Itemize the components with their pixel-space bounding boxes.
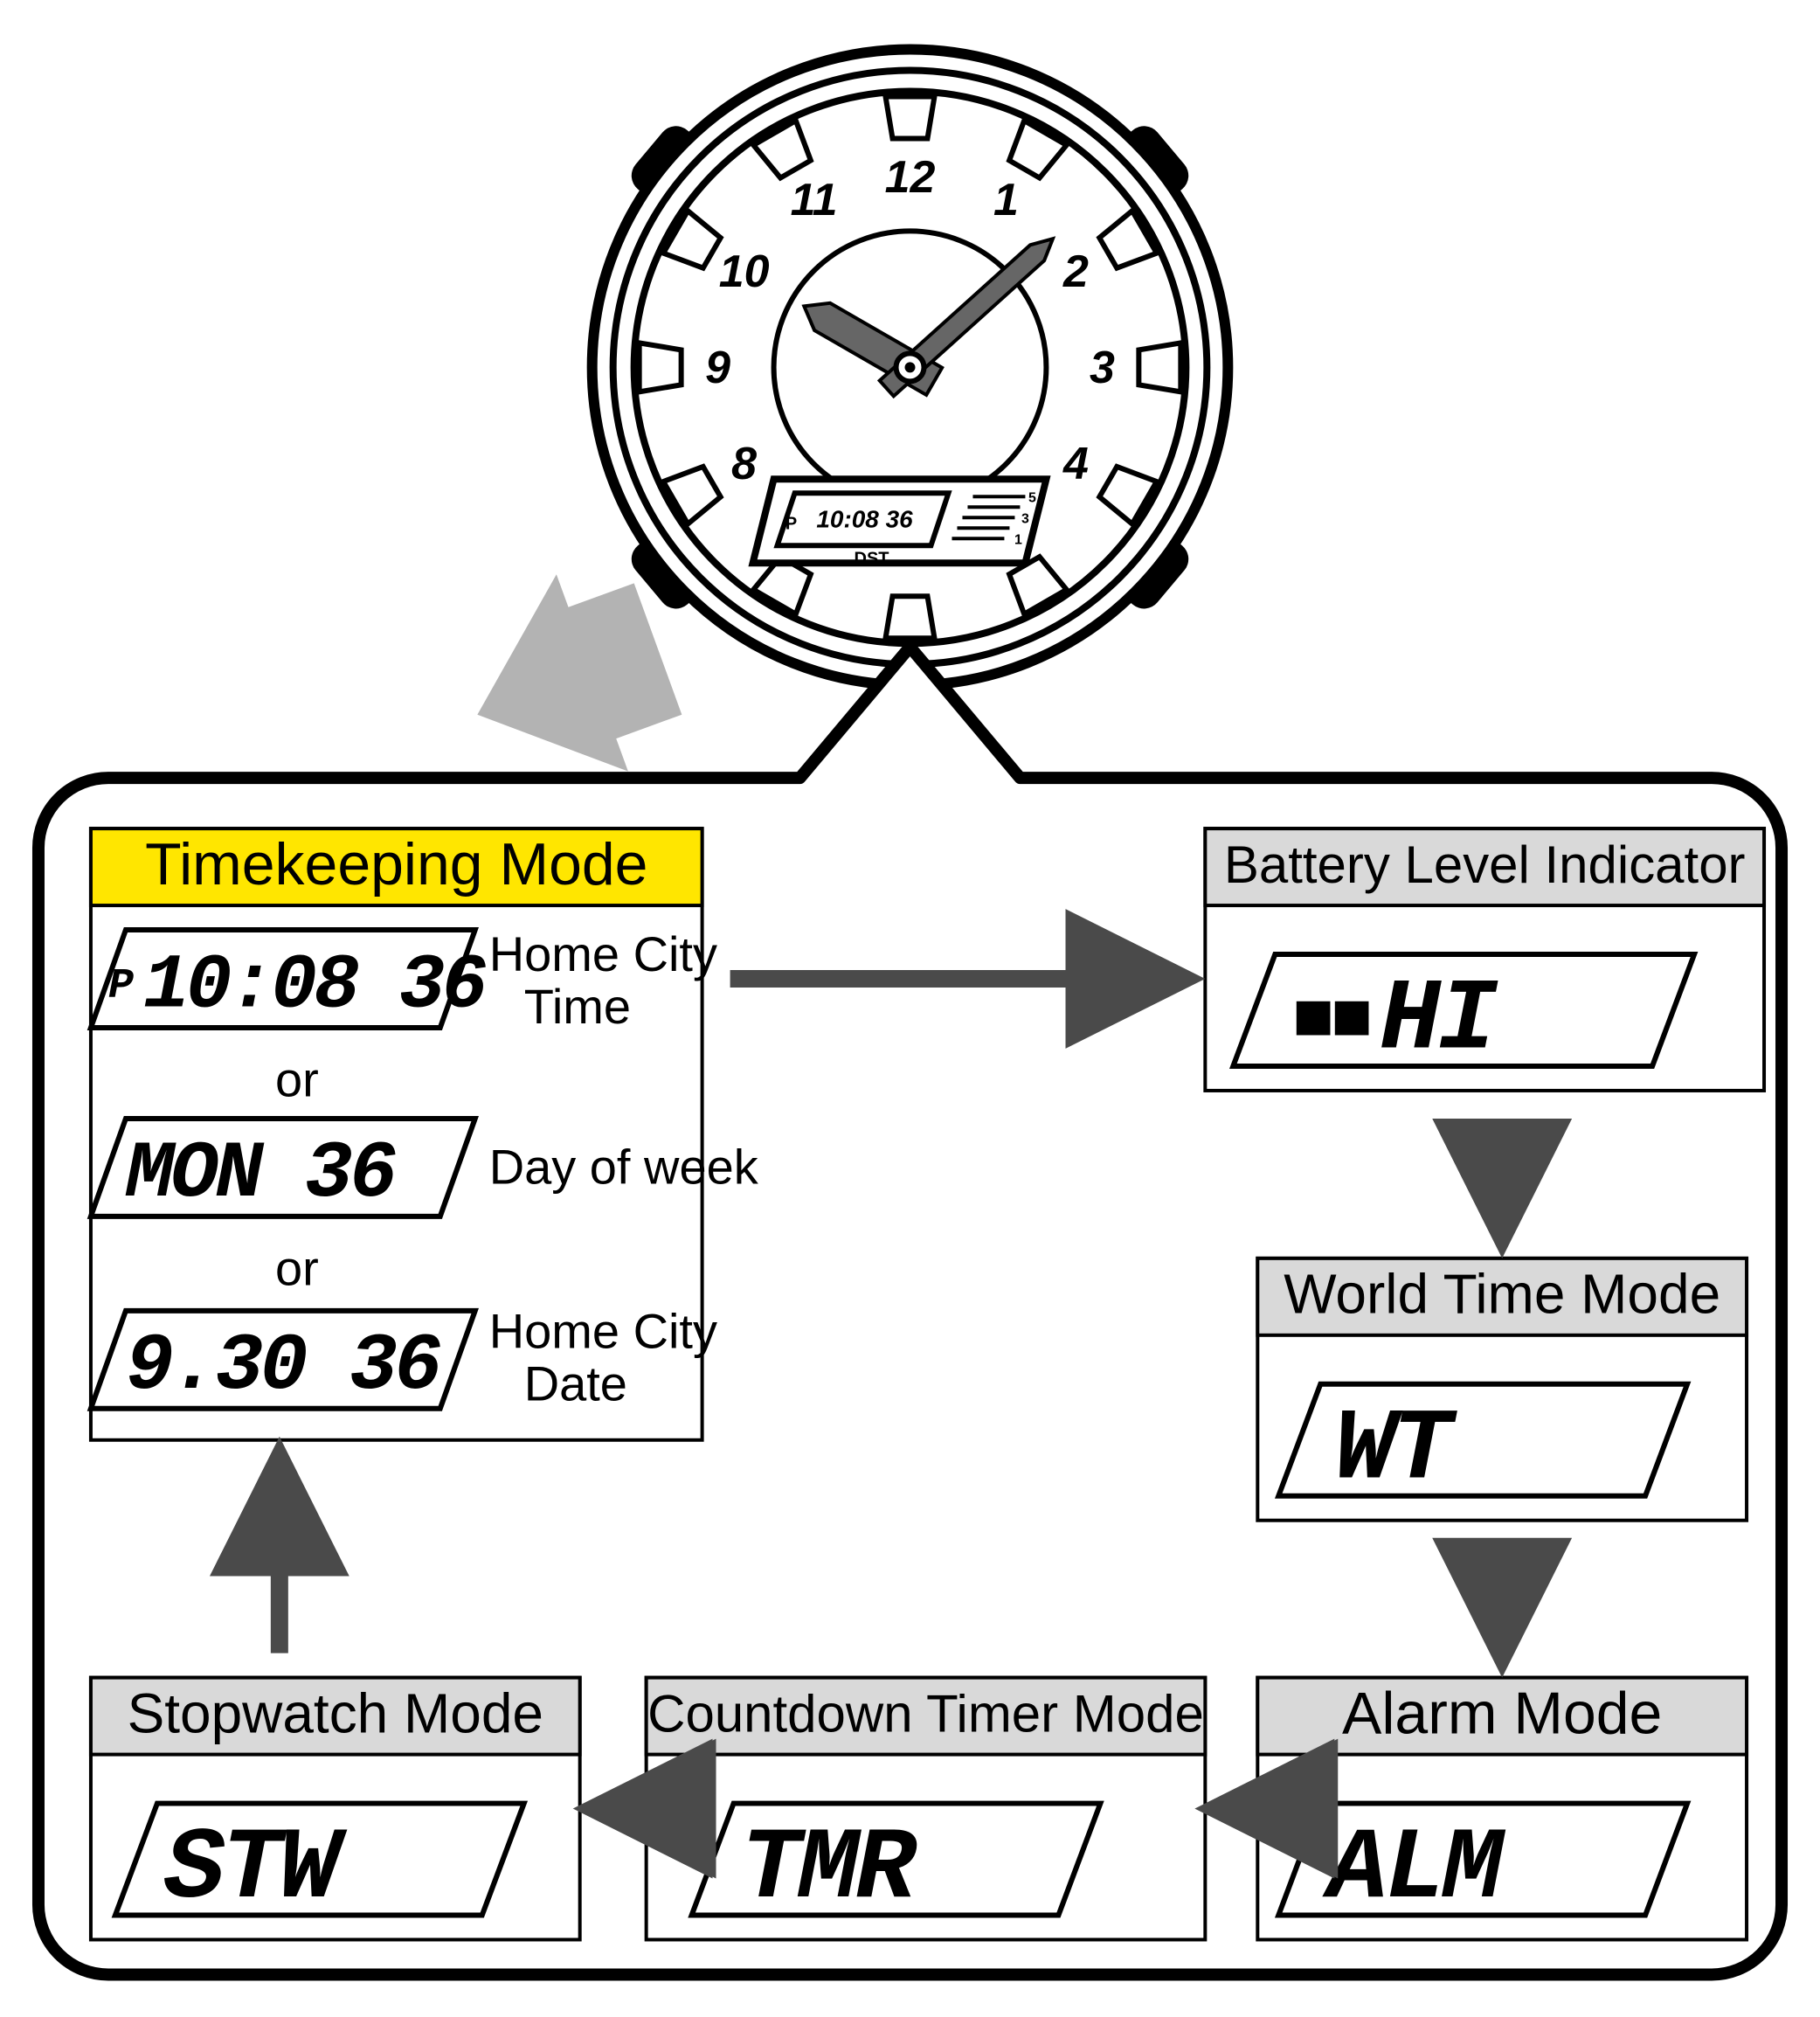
watch-illustration: 12 1 2 3 4 5 6 7 8 9 10 11 10:08 36 P (592, 50, 1228, 686)
svg-text:3: 3 (1021, 511, 1029, 526)
svg-text:P: P (108, 963, 134, 1010)
svg-text:5: 5 (1028, 490, 1036, 505)
svg-text:Date: Date (524, 1356, 627, 1411)
svg-text:Countdown Timer Mode: Countdown Timer Mode (647, 1684, 1204, 1743)
stopwatch-mode-box: Stopwatch Mode STW (91, 1678, 580, 1940)
svg-text:Time: Time (524, 979, 631, 1034)
svg-text:3: 3 (1090, 343, 1115, 393)
timekeeping-mode-box: Timekeeping Mode P 10:08 36 Home City Ti… (91, 828, 759, 1440)
battery-level-box: Battery Level Indicator ■■ HI (1205, 828, 1764, 1091)
svg-text:HI: HI (1380, 963, 1498, 1078)
world-time-box: World Time Mode WT (1257, 1258, 1747, 1521)
svg-text:1: 1 (993, 175, 1019, 225)
svg-text:12: 12 (885, 152, 936, 203)
svg-text:or: or (275, 1052, 319, 1107)
svg-text:10:08 36: 10:08 36 (816, 506, 913, 533)
svg-text:or: or (275, 1241, 319, 1296)
svg-text:World Time Mode: World Time Mode (1284, 1263, 1720, 1326)
svg-text:1: 1 (1014, 532, 1022, 547)
svg-text:9.30 36: 9.30 36 (126, 1320, 440, 1412)
svg-text:ALM: ALM (1322, 1812, 1505, 1927)
svg-text:WT: WT (1334, 1392, 1458, 1508)
svg-text:10:08 36: 10:08 36 (143, 943, 486, 1029)
svg-text:2: 2 (1062, 246, 1089, 297)
countdown-timer-box: Countdown Timer Mode TMR (647, 1678, 1206, 1940)
svg-text:8: 8 (731, 439, 757, 489)
svg-text:9: 9 (705, 343, 730, 393)
svg-text:Alarm Mode: Alarm Mode (1342, 1681, 1662, 1747)
svg-text:4: 4 (1062, 439, 1089, 489)
svg-text:STW: STW (164, 1812, 348, 1927)
svg-text:Home City: Home City (489, 1304, 717, 1359)
svg-text:Day of week: Day of week (489, 1140, 759, 1195)
svg-text:MON 36: MON 36 (125, 1128, 396, 1220)
svg-text:■■: ■■ (1292, 981, 1369, 1061)
alarm-mode-box: Alarm Mode ALM (1257, 1678, 1747, 1940)
svg-text:P: P (785, 515, 797, 534)
svg-text:11: 11 (791, 175, 838, 225)
svg-text:10: 10 (719, 246, 770, 297)
watch-lcd-window: 10:08 36 P 5 3 1 DST (753, 479, 1047, 568)
svg-text:Home City: Home City (489, 926, 717, 981)
timekeeping-mode-title: Timekeeping Mode (145, 831, 647, 898)
svg-text:Battery Level Indicator: Battery Level Indicator (1224, 835, 1746, 894)
svg-text:DST: DST (855, 550, 889, 569)
svg-text:TMR: TMR (741, 1812, 917, 1927)
svg-text:Stopwatch Mode: Stopwatch Mode (128, 1682, 543, 1745)
